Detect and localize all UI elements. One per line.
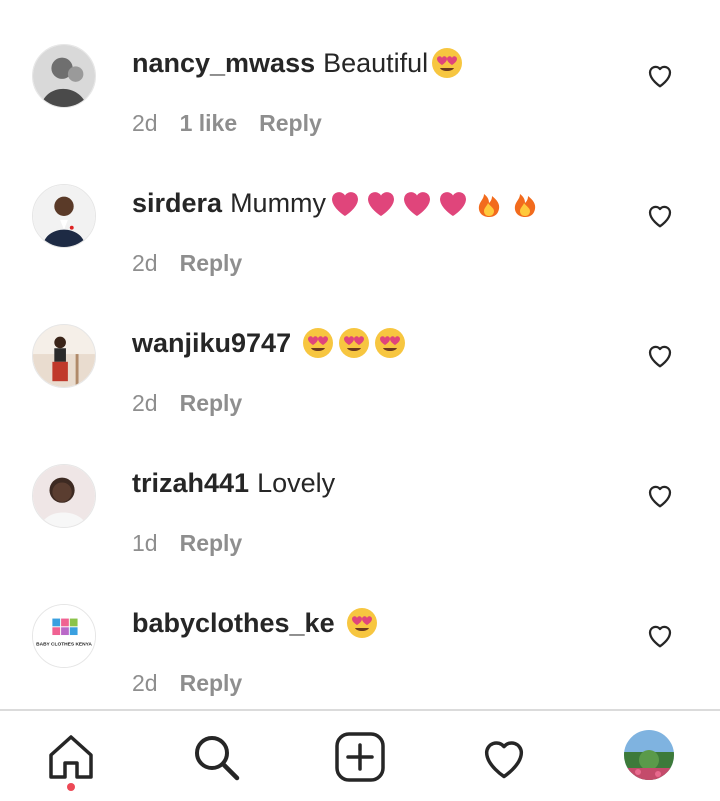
avatar[interactable]: BABY CLOTHES KENYA xyxy=(32,604,96,668)
pink-heart-emoji xyxy=(400,186,434,220)
comment-username[interactable]: nancy_mwass xyxy=(132,43,315,83)
comment-likes[interactable]: 1 like xyxy=(180,110,238,136)
comment-item: nancy_mwass Beautiful 2d 1 like Reply xyxy=(0,0,720,140)
pink-heart-emoji xyxy=(436,186,470,220)
reply-button[interactable]: Reply xyxy=(180,390,243,416)
comment-username[interactable]: babyclothes_ke xyxy=(132,603,335,643)
comment-meta: 1d Reply xyxy=(132,526,242,560)
comment-time: 2d xyxy=(132,390,158,416)
comment-line: babyclothes_ke xyxy=(132,603,379,643)
reply-button[interactable]: Reply xyxy=(259,110,322,136)
like-heart-icon[interactable] xyxy=(645,200,675,230)
comment-item: sirdera Mummy 2d Reply xyxy=(0,140,720,280)
fire-emoji xyxy=(508,186,542,220)
avatar[interactable] xyxy=(32,184,96,248)
avatar[interactable] xyxy=(32,44,96,108)
comment-item: wanjiku9747 2d Reply xyxy=(0,280,720,420)
comment-line: nancy_mwass Beautiful xyxy=(132,43,464,83)
heart-eyes-emoji xyxy=(373,326,407,360)
home-icon[interactable] xyxy=(45,731,97,783)
comment-time: 2d xyxy=(132,250,158,276)
comment-line: wanjiku9747 xyxy=(132,323,407,363)
pink-heart-emoji xyxy=(328,186,362,220)
avatar-logo-text: BABY CLOTHES KENYA xyxy=(36,642,92,648)
heart-eyes-emoji xyxy=(345,606,379,640)
activity-heart-icon[interactable] xyxy=(478,731,530,783)
profile-avatar[interactable] xyxy=(624,730,674,780)
comment-meta: 2d 1 like Reply xyxy=(132,106,322,140)
like-heart-icon[interactable] xyxy=(645,480,675,510)
notification-dot xyxy=(67,783,75,791)
comment-line: sirdera Mummy xyxy=(132,183,542,223)
heart-eyes-emoji xyxy=(337,326,371,360)
heart-eyes-emoji xyxy=(301,326,335,360)
reply-button[interactable]: Reply xyxy=(180,530,243,556)
new-post-icon[interactable] xyxy=(334,731,386,783)
avatar[interactable] xyxy=(32,464,96,528)
comment-line: trizah441 Lovely xyxy=(132,463,335,503)
comment-time: 2d xyxy=(132,670,158,696)
comment-text: Mummy xyxy=(230,188,327,218)
fire-emoji xyxy=(472,186,506,220)
like-heart-icon[interactable] xyxy=(645,340,675,370)
heart-eyes-emoji xyxy=(430,46,464,80)
comment-meta: 2d Reply xyxy=(132,666,242,700)
bottom-nav xyxy=(0,709,720,801)
comment-meta: 2d Reply xyxy=(132,386,242,420)
comment-time: 2d xyxy=(132,110,158,136)
comment-item: trizah441 Lovely 1d Reply xyxy=(0,420,720,560)
search-icon[interactable] xyxy=(190,731,242,783)
comment-username[interactable]: trizah441 xyxy=(132,463,249,503)
like-heart-icon[interactable] xyxy=(645,60,675,90)
pink-heart-emoji xyxy=(364,186,398,220)
comment-item: BABY CLOTHES KENYA babyclothes_ke 2d Repl… xyxy=(0,560,720,700)
reply-button[interactable]: Reply xyxy=(180,250,243,276)
comment-meta: 2d Reply xyxy=(132,246,242,280)
comment-text: Lovely xyxy=(257,468,336,498)
like-heart-icon[interactable] xyxy=(645,620,675,650)
comment-time: 1d xyxy=(132,530,158,556)
comment-username[interactable]: wanjiku9747 xyxy=(132,323,291,363)
avatar[interactable] xyxy=(32,324,96,388)
comment-username[interactable]: sirdera xyxy=(132,183,222,223)
reply-button[interactable]: Reply xyxy=(180,670,243,696)
comment-text: Beautiful xyxy=(323,48,429,78)
